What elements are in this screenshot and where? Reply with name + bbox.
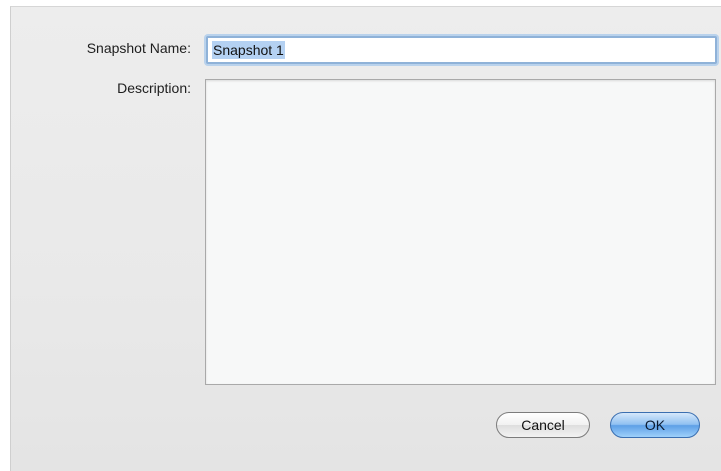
cancel-button[interactable]: Cancel <box>496 412 590 438</box>
snapshot-dialog: Snapshot Name: Snapshot 1 Description: C… <box>10 6 721 471</box>
snapshot-name-label: Snapshot Name: <box>86 40 191 56</box>
ok-button[interactable]: OK <box>610 412 700 438</box>
snapshot-name-field[interactable]: Snapshot 1 <box>206 36 717 64</box>
description-label: Description: <box>117 80 191 96</box>
snapshot-name-value: Snapshot 1 <box>212 41 285 59</box>
description-field[interactable] <box>205 79 716 385</box>
